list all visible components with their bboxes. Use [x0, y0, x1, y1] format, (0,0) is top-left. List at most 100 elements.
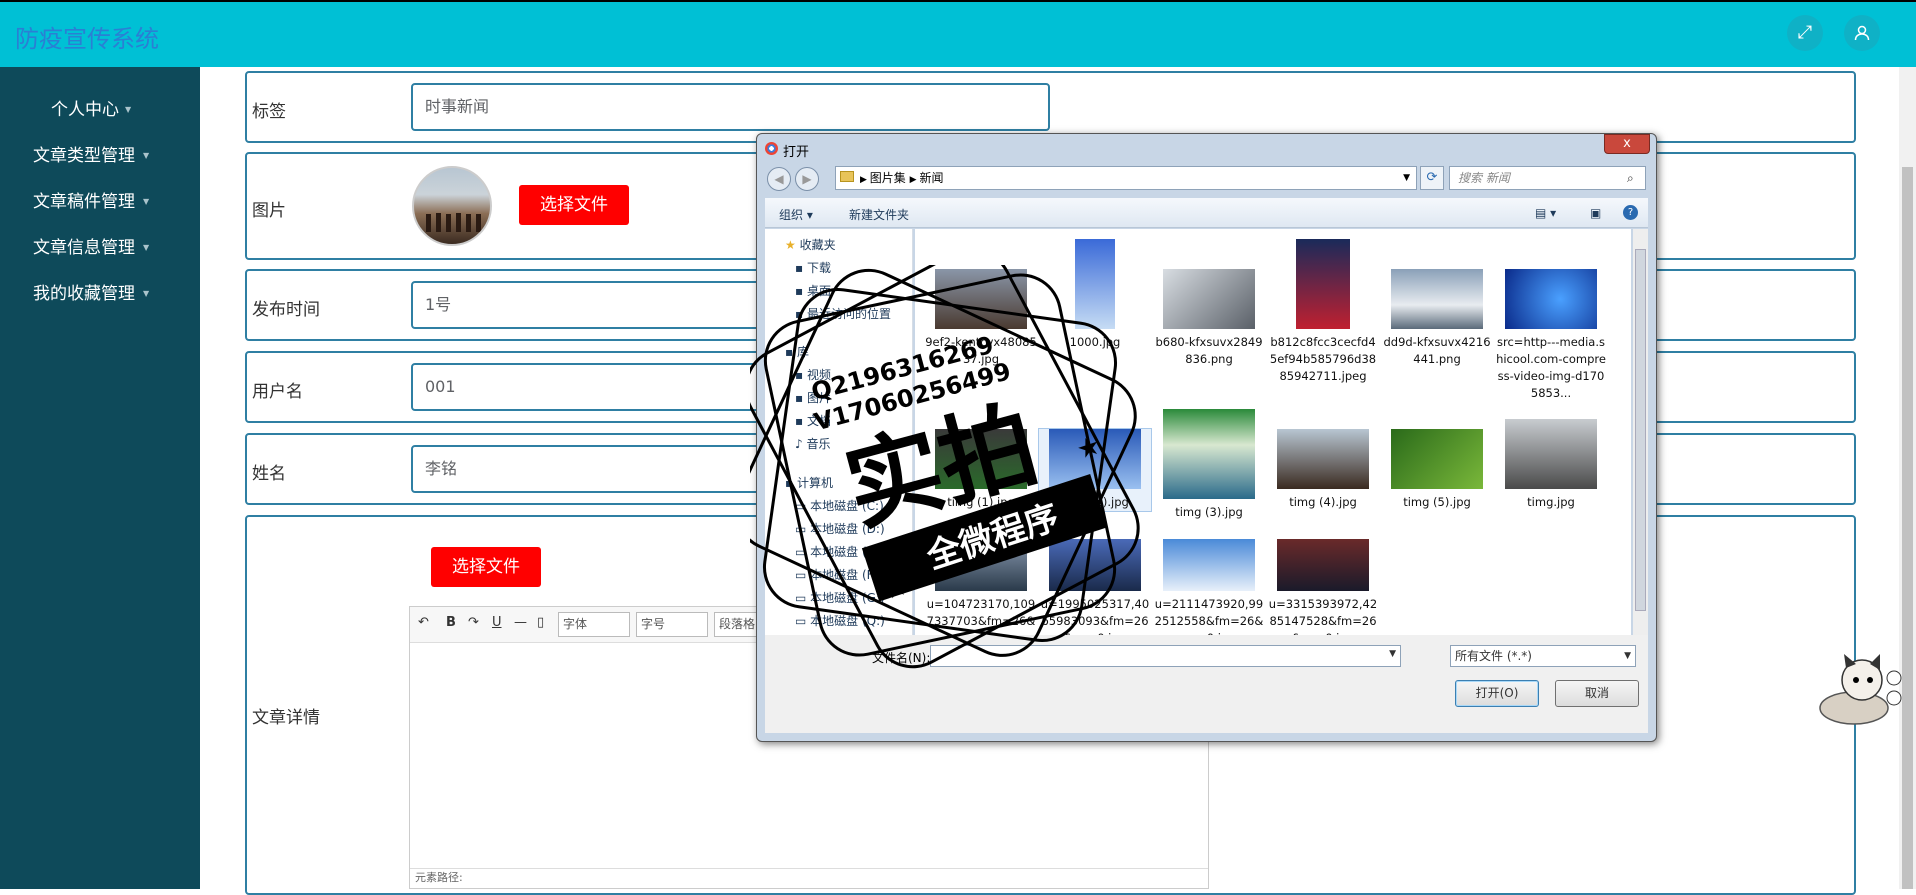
caret-down-icon: ▼	[125, 105, 132, 114]
file-item[interactable]: timg (4).jpg	[1267, 429, 1379, 511]
username-label: 用户名	[252, 382, 303, 402]
file-item[interactable]: u=104723170,1097337703&fm=26&gp=0.jpg	[925, 539, 1037, 647]
file-list-scrollbar[interactable]	[1633, 229, 1648, 635]
dialog-title: 打开	[783, 145, 810, 160]
nav-drive-f[interactable]: ▭ 本地磁盘 (F:)	[795, 565, 881, 585]
sidebar-item-article-info[interactable]: 文章信息管理 ▼	[0, 225, 200, 271]
nav-drive-e[interactable]: ▭ 本地磁盘 (E:)	[795, 542, 883, 562]
choose-detail-file-button[interactable]: 选择文件	[431, 547, 541, 587]
search-input[interactable]: 搜索 新闻	[1449, 166, 1646, 190]
help-icon[interactable]: ?	[1623, 205, 1638, 220]
user-icon[interactable]	[1844, 15, 1880, 51]
sidebar-item-article-draft[interactable]: 文章稿件管理 ▼	[0, 179, 200, 225]
font-family-select[interactable]: 字体	[558, 612, 630, 637]
file-item[interactable]: 9ef2-kentcvx4808537.jpg	[925, 269, 1037, 368]
cancel-button[interactable]: 取消	[1555, 680, 1639, 707]
file-item[interactable]: timg (1).jpg	[925, 429, 1037, 511]
file-item[interactable]: timg (5).jpg	[1381, 429, 1493, 511]
page-icon[interactable]: ▯	[537, 615, 544, 630]
nav-label: 视频	[806, 368, 831, 382]
file-thumbnail	[935, 269, 1027, 329]
file-item[interactable]: b680-kfxsuvx2849836.png	[1153, 269, 1265, 368]
redo-icon[interactable]: ↷	[468, 615, 479, 630]
tag-label: 标签	[252, 102, 286, 122]
undo-icon[interactable]: ↶	[418, 615, 429, 630]
underline-icon[interactable]: U	[492, 615, 502, 630]
file-item[interactable]: 1000.jpg	[1039, 239, 1151, 351]
breadcrumb-sep-icon: ▶	[909, 175, 920, 185]
nav-pictures[interactable]: ▪ 图片	[795, 388, 831, 408]
sidebar-item-profile[interactable]: 个人中心 ▼	[0, 87, 200, 133]
dialog-close-button[interactable]: x	[1604, 134, 1650, 154]
horizontal-rule-icon[interactable]: —	[514, 615, 527, 630]
nav-drive-g[interactable]: ▭ 本地磁盘 (G:)	[795, 588, 885, 608]
tag-input[interactable]: 时事新闻	[411, 83, 1050, 131]
address-bar[interactable]: ▶ 图片集 ▶ 新闻 ▼	[835, 166, 1417, 190]
sidebar-item-article-type[interactable]: 文章类型管理 ▼	[0, 133, 200, 179]
preview-pane-icon[interactable]: ▣	[1590, 206, 1601, 220]
file-item[interactable]: timg.jpg	[1495, 419, 1607, 511]
nav-downloads[interactable]: ▪ 下载	[795, 258, 831, 278]
nav-music[interactable]: ♪ 音乐	[795, 434, 831, 454]
file-item[interactable]: src=http---media.shicool.com-compress-vi…	[1495, 269, 1607, 402]
font-size-select[interactable]: 字号	[636, 612, 708, 637]
file-thumbnail	[1391, 269, 1483, 329]
page-scrollbar[interactable]	[1899, 67, 1916, 889]
chrome-icon	[765, 142, 778, 155]
file-thumbnail	[935, 429, 1027, 489]
nav-drive-q[interactable]: ▭ 本地磁盘 (Q:)	[795, 611, 885, 631]
nav-videos[interactable]: ▪ 视频	[795, 365, 831, 385]
publish-time-label: 发布时间	[252, 300, 320, 320]
file-thumbnail	[1505, 419, 1597, 489]
file-thumbnail	[1049, 539, 1141, 591]
sidebar-item-favorites[interactable]: 我的收藏管理 ▼	[0, 271, 200, 317]
forward-icon[interactable]: ▶	[795, 167, 819, 191]
file-item[interactable]: u=3315393972,4285147528&fm=26&gp=0.jpg	[1267, 539, 1379, 647]
nav-label: 下载	[806, 261, 831, 275]
file-thumbnail	[1277, 429, 1369, 489]
nav-label: 最近访问的位置	[806, 307, 891, 321]
expand-icon[interactable]: ⤢	[1787, 15, 1823, 51]
bold-icon[interactable]: B	[446, 615, 456, 630]
filetype-select[interactable]: 所有文件 (*.*) ▼	[1450, 645, 1636, 667]
breadcrumb-item[interactable]: 图片集	[870, 171, 906, 185]
refresh-icon[interactable]: ⟳	[1420, 166, 1444, 190]
breadcrumb-item[interactable]: 新闻	[919, 171, 943, 185]
file-thumbnail	[1049, 429, 1141, 489]
view-options-icon[interactable]: ▤ ▾	[1535, 206, 1556, 220]
desktop-icon: ▪	[795, 284, 804, 298]
nav-libraries[interactable]: ▪ 库	[785, 342, 809, 362]
app-title: 防疫宣传系统	[15, 25, 159, 53]
element-path: 元素路径:	[410, 868, 1208, 888]
nav-computer[interactable]: ▪ 计算机	[785, 473, 833, 493]
nav-drive-d[interactable]: ▭ 本地磁盘 (D:)	[795, 519, 885, 539]
file-item[interactable]: timg (2).jpg	[1038, 428, 1152, 512]
breadcrumb-sep-icon: ▶	[860, 175, 870, 185]
nav-favorites[interactable]: ★ 收藏夹	[785, 235, 836, 255]
new-folder-button[interactable]: 新建文件夹	[849, 206, 909, 223]
organize-button[interactable]: 组织 ▾	[779, 206, 813, 223]
sidebar-item-label: 文章稿件管理	[33, 192, 135, 212]
file-item[interactable]: u=2111473920,992512558&fm=26&gp=0.jpg	[1153, 539, 1265, 647]
nav-label: 文档	[806, 414, 831, 428]
scrollbar-thumb[interactable]	[1635, 249, 1646, 611]
choose-image-file-button[interactable]: 选择文件	[519, 185, 629, 225]
file-thumbnail	[1075, 239, 1115, 329]
image-label: 图片	[252, 201, 286, 221]
nav-documents[interactable]: ▪ 文档	[795, 411, 831, 431]
file-item[interactable]: u=1995025317,4065983093&fm=26&gp=0.jpg	[1039, 539, 1151, 647]
chevron-down-icon[interactable]: ▼	[1403, 167, 1410, 189]
chevron-down-icon[interactable]: ▼	[1389, 649, 1396, 659]
file-thumbnail	[1277, 539, 1369, 591]
file-item[interactable]: timg (3).jpg	[1153, 409, 1265, 521]
nav-recent[interactable]: ▪ 最近访问的位置	[795, 304, 891, 324]
scrollbar-thumb[interactable]	[1902, 167, 1913, 889]
nav-desktop[interactable]: ▪ 桌面	[795, 281, 831, 301]
filename-input[interactable]: ▼	[930, 645, 1401, 667]
file-item[interactable]: b812c8fcc3cecfd45ef94b585796d3885942711.…	[1267, 239, 1379, 385]
open-button[interactable]: 打开(O)	[1455, 680, 1539, 707]
back-icon[interactable]: ◀	[767, 167, 791, 191]
file-item[interactable]: dd9d-kfxsuvx4216441.png	[1381, 269, 1493, 368]
search-icon: ⌕	[1627, 171, 1634, 185]
nav-drive-c[interactable]: ▭ 本地磁盘 (C:)	[795, 496, 884, 516]
